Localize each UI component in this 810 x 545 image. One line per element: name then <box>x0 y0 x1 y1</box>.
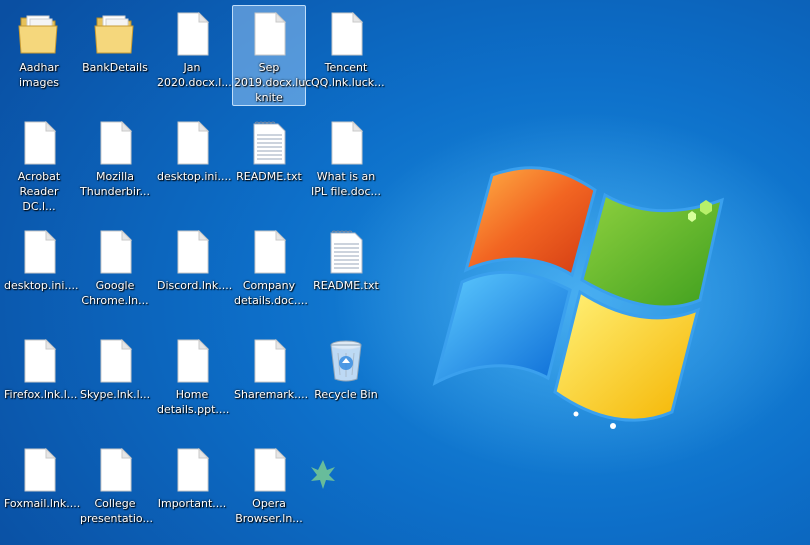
icon-label: Jan 2020.docx.l... <box>157 61 232 89</box>
icon-label: Foxmail.lnk.... <box>4 497 81 510</box>
icon-label: Skype.lnk.l... <box>80 388 151 401</box>
document-icon <box>24 339 57 383</box>
icon-label: README.txt <box>236 170 302 183</box>
document-icon <box>254 448 287 492</box>
document-icon <box>24 121 57 165</box>
icon-label: What is an IPL file.doc... <box>311 170 382 198</box>
document-icon <box>177 12 210 56</box>
icon-foxmail[interactable]: Foxmail.lnk.... <box>2 441 81 512</box>
icon-label: Acrobat Reader DC.l... <box>17 170 61 213</box>
document-icon <box>100 121 133 165</box>
icon-skype[interactable]: Skype.lnk.l... <box>78 332 152 403</box>
document-icon <box>254 339 287 383</box>
icon-company-details[interactable]: Company details.doc.... <box>232 223 308 309</box>
icon-aadhar-images[interactable]: Aadhar images <box>2 5 76 91</box>
icon-label: Aadhar images <box>19 61 59 89</box>
document-icon <box>177 339 210 383</box>
icon-important[interactable]: Important.... <box>155 441 229 512</box>
icon-label: Firefox.lnk.l... <box>4 388 78 401</box>
recycle-bin-icon <box>330 340 362 382</box>
icon-label: Home details.ppt.... <box>157 388 230 416</box>
document-icon <box>177 121 210 165</box>
icon-desktop-ini-2[interactable]: desktop.ini.... <box>2 223 79 294</box>
document-icon <box>331 12 364 56</box>
text-file-icon <box>253 121 286 165</box>
desktop[interactable]: Aadhar images BankDetails Jan 2020.docx.l.… <box>0 0 810 545</box>
icon-acrobat-reader[interactable]: Acrobat Reader DC.l... <box>2 114 76 215</box>
icon-readme-txt-2[interactable]: README.txt <box>309 223 383 294</box>
icon-jan-2020[interactable]: Jan 2020.docx.l... <box>155 5 232 91</box>
icon-label: Company details.doc.... <box>234 279 308 307</box>
document-icon <box>100 448 133 492</box>
document-icon <box>24 230 57 274</box>
icon-label: Discord.lnk.... <box>157 279 233 292</box>
icon-opera-browser[interactable]: Opera Browser.ln... <box>232 441 306 527</box>
icon-home-details[interactable]: Home details.ppt.... <box>155 332 229 418</box>
text-file-icon <box>330 230 363 274</box>
icon-label: Sharemark.... <box>234 388 309 401</box>
document-icon <box>100 230 133 274</box>
document-icon <box>331 121 364 165</box>
icon-firefox[interactable]: Firefox.lnk.l... <box>2 332 78 403</box>
document-icon <box>254 12 287 56</box>
icon-label: Mozilla Thunderbir... <box>80 170 150 198</box>
icon-label: Sep 2019.docx.luc knite <box>234 61 312 104</box>
icon-readme-txt-1[interactable]: README.txt <box>232 114 306 185</box>
icon-recycle-bin[interactable]: Recycle Bin <box>309 332 383 403</box>
icon-label: Recycle Bin <box>314 388 378 401</box>
icon-college-presentation[interactable]: College presentatio... <box>78 441 153 527</box>
icon-sep-2019[interactable]: Sep 2019.docx.luc knite <box>232 5 312 106</box>
icon-label: desktop.ini.... <box>157 170 232 183</box>
document-icon <box>254 230 287 274</box>
icon-bankdetails[interactable]: BankDetails <box>78 5 152 76</box>
document-icon <box>177 448 210 492</box>
folder-icon <box>94 15 134 54</box>
icon-label: BankDetails <box>82 61 148 74</box>
icon-discord[interactable]: Discord.lnk.... <box>155 223 233 294</box>
icon-label: Google Chrome.ln... <box>81 279 149 307</box>
document-icon <box>177 230 210 274</box>
icon-google-chrome[interactable]: Google Chrome.ln... <box>78 223 152 309</box>
document-icon <box>100 339 133 383</box>
icon-label: College presentatio... <box>80 497 153 525</box>
icon-label: desktop.ini.... <box>4 279 79 292</box>
icon-desktop-ini-1[interactable]: desktop.ini.... <box>155 114 232 185</box>
icon-label: README.txt <box>313 279 379 292</box>
document-icon <box>24 448 57 492</box>
folder-icon <box>18 15 58 54</box>
icon-sharemark[interactable]: Sharemark.... <box>232 332 309 403</box>
icon-mozilla-thunderbird[interactable]: Mozilla Thunderbir... <box>78 114 152 200</box>
icon-tencent-qq[interactable]: Tencent QQ.lnk.luck... <box>309 5 385 91</box>
icon-label: Opera Browser.ln... <box>235 497 303 525</box>
icon-label: Important.... <box>157 497 227 510</box>
icon-ipl-file[interactable]: What is an IPL file.doc... <box>309 114 383 200</box>
icon-label: Tencent QQ.lnk.luck... <box>311 61 385 89</box>
